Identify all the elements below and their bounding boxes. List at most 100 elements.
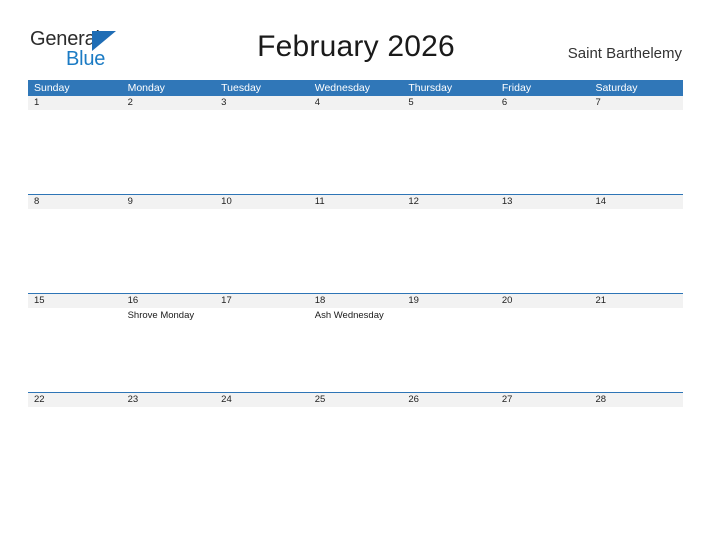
day-cell[interactable]: 8 [28,195,122,293]
day-number: 6 [495,96,590,110]
day-events [215,209,309,210]
day-number: 25 [308,393,403,407]
day-events [28,209,122,210]
day-events [402,407,496,408]
weekday-friday: Friday [501,82,532,94]
day-number: 14 [589,195,684,209]
weekday-tuesday: Tuesday [221,82,262,94]
day-events [589,407,683,408]
calendar-week-row: 1234567 [28,96,684,194]
day-cell[interactable]: 3 [215,96,309,194]
day-events [496,110,590,111]
weekday-header-row: Sunday Monday Tuesday Wednesday Thursday… [28,80,683,96]
day-events [496,308,590,309]
day-events [122,110,216,111]
day-cell[interactable]: 26 [402,393,496,491]
day-cell[interactable]: 16 Shrove Monday [121,294,216,392]
day-events [215,407,309,408]
day-events [496,407,590,408]
day-cell[interactable]: 4 [308,96,403,194]
week-cells: 8 9 10 11 12 13 14 [28,195,684,293]
day-events [496,209,590,210]
day-number: 2 [121,96,216,110]
day-events [309,110,403,111]
weekday-wednesday: Wednesday [314,82,370,94]
day-number: 3 [215,96,309,110]
day-cell[interactable]: 23 [121,393,216,491]
day-cell[interactable]: 21 [589,294,684,392]
week-cells: 22 23 24 25 26 27 28 [28,393,684,491]
day-cell[interactable]: 28 [589,393,684,491]
day-cell[interactable]: 18 Ash Wednesday [308,294,403,392]
day-number: 22 [28,393,122,407]
weekday-monday: Monday [127,82,165,94]
day-cell[interactable]: 25 [308,393,403,491]
day-cell[interactable]: 11 [308,195,403,293]
day-cell[interactable]: 1 [28,96,122,194]
calendar-week-row: 8 9 10 11 12 13 14 [28,194,684,293]
page-header: General Blue February 2026 Saint Barthel… [0,0,712,80]
region-label: Saint Barthelemy [567,45,682,62]
day-number: 18 [308,294,403,308]
week-cells: 15 16 Shrove Monday 17 18 Ash Wednesday 19 20 21 [28,294,684,392]
calendar-week-row: 22 23 24 25 26 27 28 [28,392,684,491]
day-number: 15 [28,294,122,308]
day-events [309,209,403,210]
day-events: Shrove Monday [122,308,216,322]
day-number: 4 [308,96,403,110]
day-cell[interactable]: 2 [121,96,216,194]
day-cell[interactable]: 9 [121,195,216,293]
day-events [28,407,122,408]
day-cell[interactable]: 15 [28,294,122,392]
day-events [122,209,216,210]
day-events [309,407,403,408]
day-cell[interactable]: 10 [215,195,309,293]
day-cell[interactable]: 22 [28,393,122,491]
day-cell[interactable]: 14 [589,195,684,293]
day-number: 13 [495,195,590,209]
day-number: 9 [121,195,216,209]
day-number: 20 [495,294,590,308]
weekday-sunday: Sunday [34,82,70,94]
day-events [402,308,496,309]
day-cell[interactable]: 24 [215,393,309,491]
day-number: 17 [215,294,309,308]
day-events [589,209,683,210]
day-cell[interactable]: 27 [495,393,590,491]
day-events [589,110,683,111]
day-cell[interactable]: 6 [495,96,590,194]
day-cell[interactable]: 17 [215,294,309,392]
calendar-weeks: 1 2 3 4 5 6 7 8 9 10 11 12 13 14 15 16 Shrove Monday 17 18… [28,96,684,491]
day-events [28,110,122,111]
day-events [402,209,496,210]
weekday-saturday: Saturday [595,82,638,94]
day-cell[interactable]: 12 [402,195,496,293]
day-cell[interactable]: 7 [589,96,684,194]
day-number: 11 [308,195,403,209]
day-cell[interactable]: 5 [402,96,496,194]
day-number: 21 [589,294,684,308]
day-events [215,308,309,309]
day-events [215,110,309,111]
day-number: 16 [121,294,216,308]
calendar-week-row: 15 16 Shrove Monday 17 18 Ash Wednesday 19 20 21 [28,293,684,392]
calendar-event[interactable]: Shrove Monday [128,309,212,322]
weekday-thursday: Thursday [408,82,453,94]
day-number: 10 [215,195,309,209]
day-cell[interactable]: 13 [495,195,590,293]
calendar-event[interactable]: Ash Wednesday [315,309,399,322]
day-cell[interactable]: 20 [495,294,590,392]
day-events [589,308,683,309]
day-cell[interactable]: 19 [402,294,496,392]
day-number: 23 [121,393,216,407]
day-number: 19 [402,294,496,308]
day-number: 12 [402,195,496,209]
day-events [28,308,122,309]
day-events [122,407,216,408]
day-events [402,110,496,111]
day-number: 8 [28,195,122,209]
day-number: 5 [402,96,496,110]
day-number: 7 [589,96,684,110]
day-events: Ash Wednesday [309,308,403,322]
day-number: 28 [589,393,684,407]
